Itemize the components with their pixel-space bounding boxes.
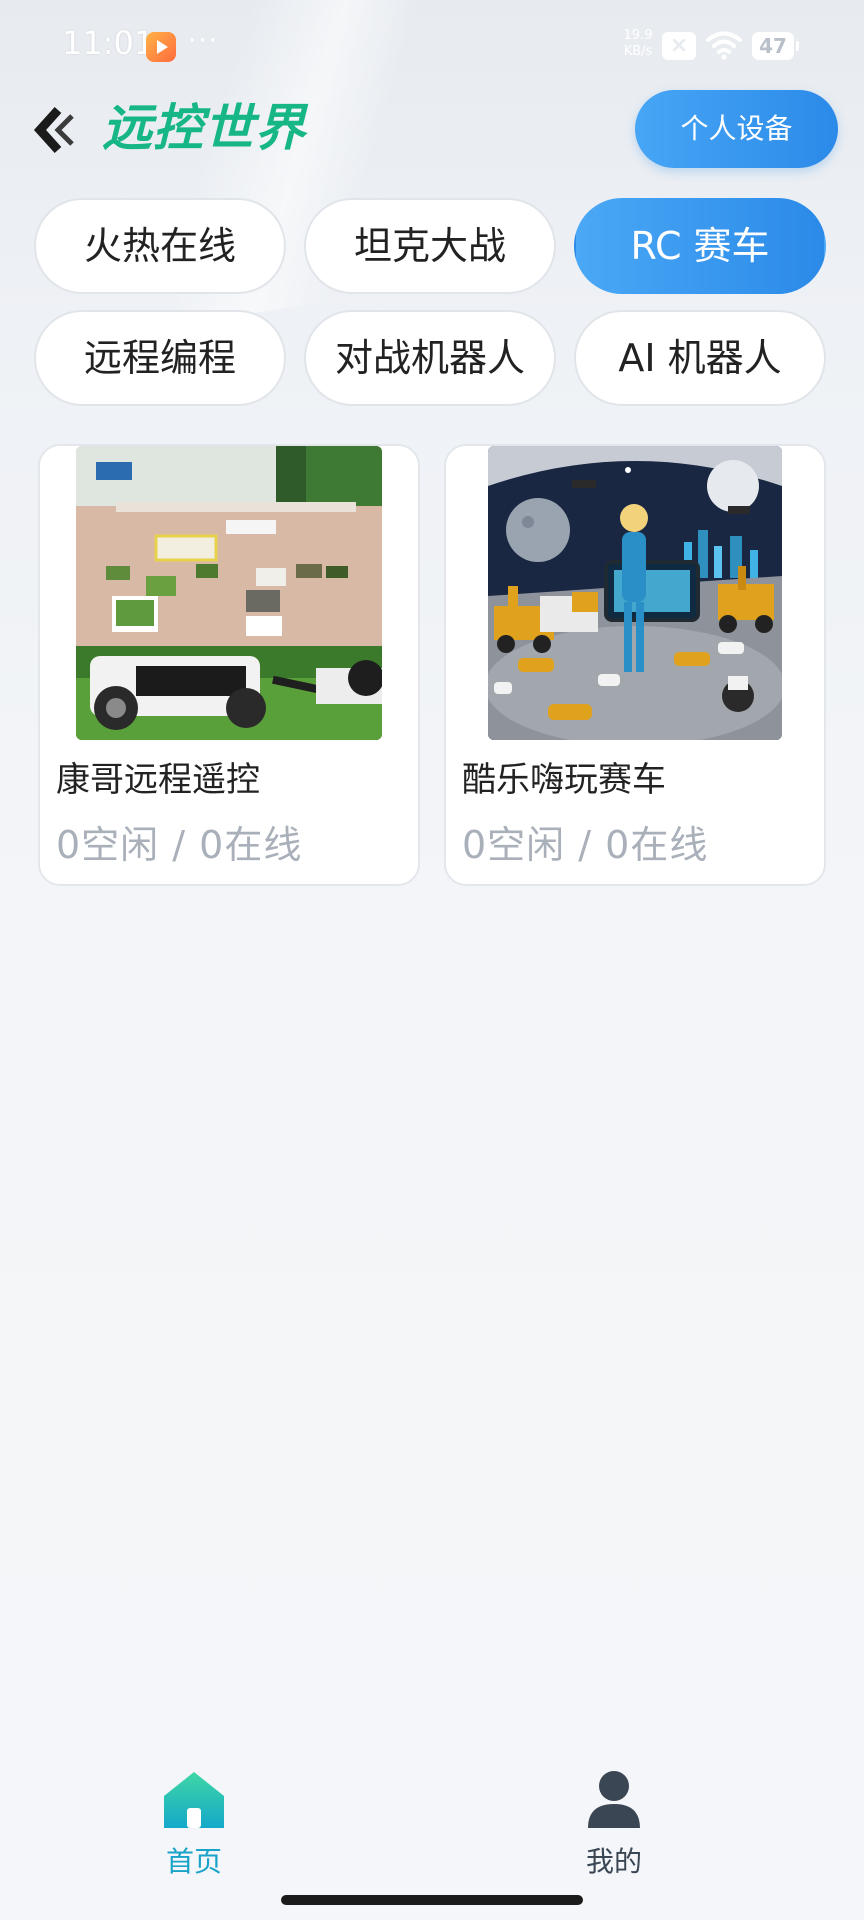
- personal-devices-button[interactable]: 个人设备: [635, 90, 838, 168]
- category-rc-racing[interactable]: RC 赛车: [574, 198, 826, 294]
- network-speed: 19.9 KB/s: [618, 28, 658, 60]
- sim-off-icon: ×: [662, 32, 696, 60]
- device-card[interactable]: 康哥远程遥控 0空闲 / 0在线: [38, 444, 420, 886]
- battery-indicator: 47: [752, 32, 799, 60]
- status-bar: 11:01 ··· 19.9 KB/s × 47: [0, 0, 864, 90]
- nav-home-label: 首页: [165, 1845, 222, 1878]
- more-notifications-icon: ···: [188, 26, 219, 56]
- category-remote-programming[interactable]: 远程编程: [34, 310, 286, 406]
- category-ai-robot[interactable]: AI 机器人: [574, 310, 826, 406]
- card-title: 康哥远程遥控: [56, 760, 260, 800]
- network-speed-unit: KB/s: [623, 44, 653, 59]
- rc-tank-arena-photo: [76, 446, 382, 740]
- video-app-icon: [146, 32, 176, 62]
- category-hot-online[interactable]: 火热在线: [34, 198, 286, 294]
- home-icon: [164, 1772, 224, 1828]
- card-title: 酷乐嗨玩赛车: [462, 760, 666, 800]
- category-tank-battle[interactable]: 坦克大战: [304, 198, 556, 294]
- moon-racing-illustration: [488, 446, 782, 740]
- home-indicator[interactable]: [281, 1895, 583, 1905]
- network-speed-value: 19.9: [623, 28, 653, 43]
- nav-home[interactable]: 首页: [134, 1770, 254, 1880]
- chevron-left-icon: [33, 106, 74, 154]
- back-button[interactable]: [28, 102, 84, 158]
- nav-mine[interactable]: 我的: [554, 1770, 674, 1880]
- page-title: 远控世界: [102, 99, 306, 157]
- user-icon: [588, 1771, 640, 1828]
- nav-mine-label: 我的: [585, 1845, 642, 1878]
- device-card[interactable]: 酷乐嗨玩赛车 0空闲 / 0在线: [444, 444, 826, 886]
- status-time: 11:01: [62, 24, 155, 62]
- wifi-icon: [706, 31, 742, 60]
- card-availability: 0空闲 / 0在线: [462, 823, 709, 867]
- category-battle-robot[interactable]: 对战机器人: [304, 310, 556, 406]
- card-availability: 0空闲 / 0在线: [56, 823, 303, 867]
- bottom-navigation: 首页 我的: [0, 1750, 864, 1880]
